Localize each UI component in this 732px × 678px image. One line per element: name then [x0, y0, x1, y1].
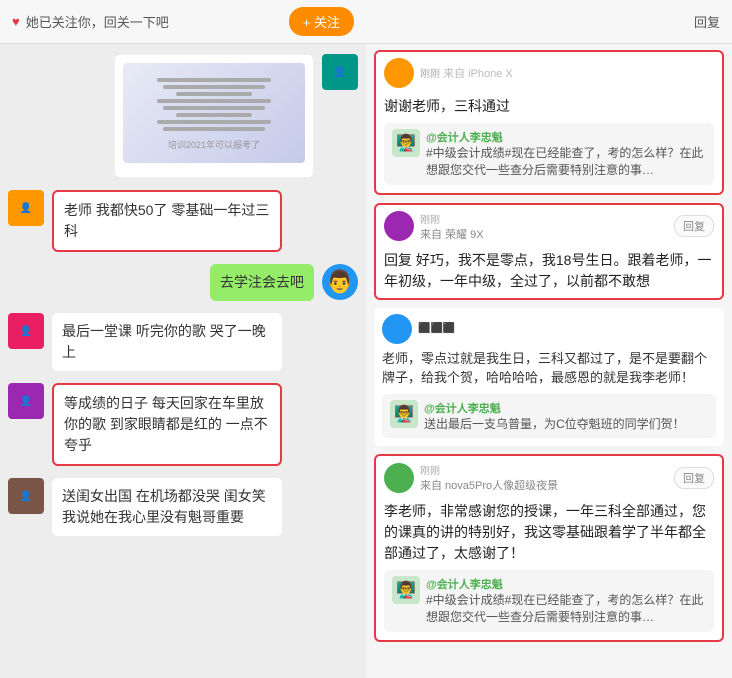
reply-top-button[interactable]: 回复	[694, 12, 720, 31]
doc-line	[157, 78, 272, 82]
doc-lines	[150, 75, 277, 134]
comment-device: 来自 nova5Pro人像超级夜景	[420, 477, 558, 493]
message-row: 👤 等成绩的日子 每天回家在车里放你的歌 到家眼睛都是红的 一点不夸乎	[8, 383, 358, 466]
teacher-avatar-icon: 👨‍🏫	[396, 133, 416, 153]
nested-username: @会计人李忠魁	[426, 576, 706, 592]
doc-line	[157, 120, 272, 124]
comment-device: 来自 荣耀 9X	[420, 226, 484, 242]
message-row: 👨 去学注会去吧	[8, 264, 358, 301]
left-header: ♥ 她已关注你，回关一下吧 + 关注	[0, 0, 366, 44]
doc-line	[163, 106, 265, 110]
comment-reply-button[interactable]: 回复	[674, 215, 714, 237]
nested-text: #中级会计成绩#现在已经能查了，考的怎么样？在此想跟您交代一些查分后需要特别注意…	[426, 145, 706, 179]
comment-avatar	[384, 58, 414, 88]
nested-reply: 👨‍🏫 @会计人李忠魁 #中级会计成绩#现在已经能查了，考的怎么样？在此想跟您交…	[384, 570, 714, 632]
comment-username: ⬛⬛⬛	[418, 323, 455, 334]
nested-text: #中级会计成绩#现在已经能查了，考的怎么样？在此想跟您交代一些查分后需要特别注意…	[426, 592, 706, 626]
doc-footer-text: 培训2021年可以报考了	[168, 138, 260, 151]
nested-text: 送出最后一支乌普量，为C位夺魁班的同学们贺！	[424, 416, 708, 433]
comment-time: 刚刚	[420, 211, 484, 226]
doc-line	[163, 85, 265, 89]
document-preview: 培训2021年可以报考了	[123, 63, 305, 163]
comment-username: 刚刚 来自 iPhone X	[420, 65, 513, 81]
nested-avatar: 👨‍🏫	[392, 576, 420, 604]
comment-main-text: 谢谢老师，三科通过	[376, 88, 722, 123]
time-label: 刚刚	[420, 69, 440, 80]
comment-reply-button[interactable]: 回复	[674, 467, 714, 489]
comment-meta: ⬛⬛⬛	[418, 323, 455, 334]
teacher-avatar-icon: 👨‍🏫	[394, 404, 414, 424]
nested-username: @会计人李忠魁	[424, 400, 708, 416]
comment-time: 刚刚	[420, 462, 558, 477]
nested-content: @会计人李忠魁 #中级会计成绩#现在已经能查了，考的怎么样？在此想跟您交代一些查…	[426, 129, 706, 179]
avatar: 👤	[322, 54, 358, 90]
teacher-icon: 👨	[326, 269, 353, 295]
avatar: 👤	[8, 478, 44, 514]
right-panel: 回复 刚刚 来自 iPhone X 谢谢老师，三科通过 👨‍🏫 @	[366, 0, 732, 678]
message-bubble: 老师 我都快50了 零基础一年过三科	[52, 190, 282, 252]
chat-area: 👤 培训2021年可以报考了	[0, 44, 366, 678]
message-bubble: 送闺女出国 在机场都没哭 闺女笑我说她在我心里没有魁哥重要	[52, 478, 282, 536]
comment-meta: 刚刚 来自 荣耀 9X	[420, 211, 484, 242]
comment-block: 刚刚 来自 iPhone X 谢谢老师，三科通过 👨‍🏫 @会计人李忠魁 #中级…	[374, 50, 724, 195]
doc-line	[176, 92, 252, 96]
comment-block: ⬛⬛⬛ 老师，零点过就是我生日，三科又都过了，是不是要翻个牌子，给我个贺，哈哈哈…	[374, 308, 724, 447]
right-header: 回复	[366, 0, 732, 44]
nested-content: @会计人李忠魁 #中级会计成绩#现在已经能查了，考的怎么样？在此想跟您交代一些查…	[426, 576, 706, 626]
teacher-avatar-icon: 👨‍🏫	[396, 580, 416, 600]
message-row: 👤 培训2021年可以报考了	[8, 54, 358, 178]
comment-avatar	[382, 314, 412, 344]
document-card[interactable]: 培训2021年可以报考了	[114, 54, 314, 178]
user-icon: 👤	[20, 491, 32, 502]
nested-avatar: 👨‍🏫	[392, 129, 420, 157]
doc-line	[163, 127, 265, 131]
message-bubble: 最后一堂课 听完你的歌 哭了一晚上	[52, 313, 282, 371]
message-row: 👤 最后一堂课 听完你的歌 哭了一晚上	[8, 313, 358, 371]
avatar: 👤	[8, 190, 44, 226]
follow-button[interactable]: + 关注	[289, 7, 354, 36]
message-row: 👤 老师 我都快50了 零基础一年过三科	[8, 190, 358, 252]
comment-avatar	[384, 211, 414, 241]
heart-icon: ♥	[12, 14, 20, 29]
avatar: 👤	[8, 313, 44, 349]
follow-notification: ♥ 她已关注你，回关一下吧	[12, 12, 169, 31]
comment-block: 刚刚 来自 荣耀 9X 回复 回复 好巧，我不是零点，我18号生日。跟着老师，一…	[374, 203, 724, 300]
comment-meta: 刚刚 来自 nova5Pro人像超级夜景	[420, 462, 558, 493]
nested-content: @会计人李忠魁 送出最后一支乌普量，为C位夺魁班的同学们贺！	[424, 400, 708, 433]
nested-reply: 👨‍🏫 @会计人李忠魁 #中级会计成绩#现在已经能查了，考的怎么样？在此想跟您交…	[384, 123, 714, 185]
comments-area: 刚刚 来自 iPhone X 谢谢老师，三科通过 👨‍🏫 @会计人李忠魁 #中级…	[366, 44, 732, 678]
comment-main-text: 老师，零点过就是我生日，三科又都过了，是不是要翻个牌子，给我个贺，哈哈哈哈，最感…	[374, 344, 724, 394]
message-row: 👤 送闺女出国 在机场都没哭 闺女笑我说她在我心里没有魁哥重要	[8, 478, 358, 536]
comment-main-text: 回复 好巧，我不是零点，我18号生日。跟着老师，一年初级，一年中级，全过了，以前…	[376, 242, 722, 298]
comment-block: 刚刚 来自 nova5Pro人像超级夜景 回复 李老师，非常感谢您的授课，一年三…	[374, 454, 724, 642]
doc-line	[157, 99, 272, 103]
user-icon: 👤	[20, 326, 32, 337]
nested-avatar: 👨‍🏫	[390, 400, 418, 428]
message-bubble: 去学注会去吧	[210, 264, 314, 301]
comment-header: 刚刚 来自 nova5Pro人像超级夜景 回复	[376, 456, 722, 493]
nested-username: @会计人李忠魁	[426, 129, 706, 145]
comment-meta: 刚刚 来自 iPhone X	[420, 65, 513, 81]
comment-main-text: 李老师，非常感谢您的授课，一年三科全部通过，您的课真的讲的特别好，我这零基础跟着…	[376, 493, 722, 570]
nested-reply: 👨‍🏫 @会计人李忠魁 送出最后一支乌普量，为C位夺魁班的同学们贺！	[382, 394, 716, 439]
avatar: 👨	[322, 264, 358, 300]
doc-line	[176, 113, 252, 117]
message-bubble: 等成绩的日子 每天回家在车里放你的歌 到家眼睛都是红的 一点不夸乎	[52, 383, 282, 466]
user-icon: 👤	[20, 203, 32, 214]
user-icon: 👤	[334, 67, 346, 78]
left-panel: ♥ 她已关注你，回关一下吧 + 关注 👤	[0, 0, 366, 678]
avatar: 👤	[8, 383, 44, 419]
user-icon: 👤	[20, 396, 32, 407]
comment-avatar	[384, 463, 414, 493]
comment-header: 刚刚 来自 荣耀 9X 回复	[376, 205, 722, 242]
comment-header: ⬛⬛⬛	[374, 308, 724, 344]
comment-header: 刚刚 来自 iPhone X	[376, 52, 722, 88]
